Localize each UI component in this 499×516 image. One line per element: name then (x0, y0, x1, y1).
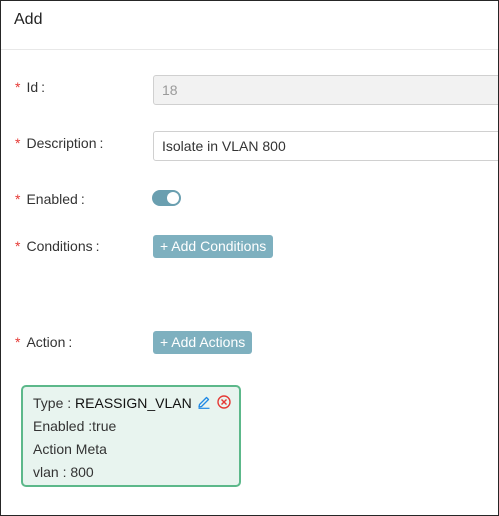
description-label-row: * Description: (15, 135, 103, 151)
id-colon: : (41, 79, 46, 95)
required-marker: * (15, 191, 21, 207)
title-divider (1, 49, 498, 50)
action-vlan-text: vlan : 800 (33, 464, 94, 480)
enabled-toggle[interactable] (152, 190, 181, 206)
required-marker: * (15, 334, 21, 350)
action-colon: : (68, 334, 73, 350)
id-label-row: * Id: (15, 79, 45, 95)
action-label: Action (26, 334, 66, 350)
action-type-value: REASSIGN_VLAN (75, 395, 192, 411)
id-field[interactable] (153, 75, 498, 105)
required-marker: * (15, 135, 21, 151)
required-marker: * (15, 238, 21, 254)
description-colon: : (99, 135, 104, 151)
add-conditions-button[interactable]: + Add Conditions (153, 235, 274, 258)
action-meta-heading: Action Meta (33, 441, 107, 457)
action-type-label: Type : (33, 395, 72, 411)
action-enabled-text: Enabled :true (33, 418, 117, 434)
description-field[interactable] (153, 131, 498, 161)
enabled-label-row: * Enabled: (15, 191, 85, 207)
dialog-title: Add (14, 11, 43, 28)
conditions-colon: : (95, 238, 100, 254)
close-circle-icon[interactable] (217, 395, 231, 409)
required-marker: * (15, 79, 21, 95)
conditions-label: Conditions (26, 238, 93, 254)
conditions-label-row: * Conditions: (15, 238, 100, 254)
enabled-label: Enabled (26, 191, 78, 207)
description-label: Description (26, 135, 97, 151)
add-dialog: Add * Id: * Description: * Enabled: * Condit… (0, 0, 499, 516)
pencil-icon[interactable] (197, 395, 211, 409)
enabled-colon: : (80, 191, 85, 207)
action-label-row: * Action: (15, 334, 72, 350)
id-label: Id (26, 79, 39, 95)
toggle-knob (167, 192, 179, 204)
add-actions-button[interactable]: + Add Actions (153, 331, 253, 354)
action-card: Type : REASSIGN_VLAN Enabled :true Actio… (21, 385, 241, 487)
action-card-icons (197, 395, 231, 409)
